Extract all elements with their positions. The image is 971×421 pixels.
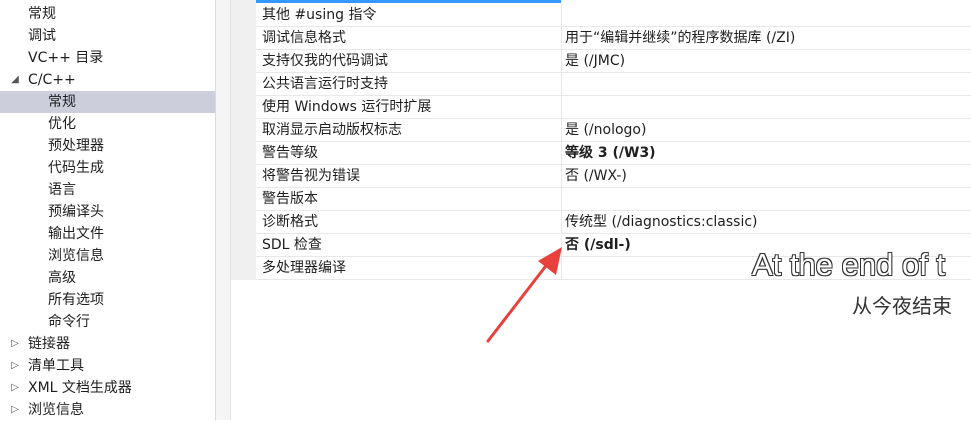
tree-item[interactable]: 语言 xyxy=(0,179,215,201)
property-value[interactable] xyxy=(561,4,971,26)
subtitle-chinese: 从今夜结束 xyxy=(852,294,952,318)
property-name: 取消显示启动版权标志 xyxy=(262,122,402,138)
property-name: 将警告视为错误 xyxy=(262,168,360,184)
tree-item-label: 优化 xyxy=(48,116,76,132)
property-row[interactable]: 使用 Windows 运行时扩展 xyxy=(256,96,971,119)
property-value[interactable] xyxy=(561,73,971,95)
tree-item[interactable]: ▷ XML 文档生成器 xyxy=(0,377,215,399)
property-value[interactable] xyxy=(561,96,971,118)
property-name: 使用 Windows 运行时扩展 xyxy=(262,99,432,115)
tree-item[interactable]: 代码生成 xyxy=(0,157,215,179)
property-row[interactable]: 取消显示启动版权标志 是 (/nologo) xyxy=(256,119,971,142)
tree-item-label: 常规 xyxy=(28,6,56,22)
property-name: 多处理器编译 xyxy=(262,260,346,276)
tree-item[interactable]: 调试 xyxy=(0,25,215,47)
tree-item-label: 调试 xyxy=(28,28,56,44)
tree-item-label: C/C++ xyxy=(28,72,76,88)
tree-item[interactable]: 高级 xyxy=(0,267,215,289)
property-name: 诊断格式 xyxy=(262,214,318,230)
property-name: 其他 #using 指令 xyxy=(262,7,377,23)
tree-item-label: 命令行 xyxy=(48,314,90,330)
property-name: 支持仅我的代码调试 xyxy=(262,53,388,69)
tree-item[interactable]: ▷ 清单工具 xyxy=(0,355,215,377)
tree-item[interactable]: 常规 xyxy=(0,91,215,113)
tree-splitter[interactable] xyxy=(216,0,231,420)
property-value[interactable]: 等级 3 (/W3) xyxy=(561,142,971,164)
tree-item[interactable]: 输出文件 xyxy=(0,223,215,245)
tree-item-label: 预编译头 xyxy=(48,204,104,220)
property-value[interactable]: 否 (/WX-) xyxy=(561,165,971,187)
tree-item-label: XML 文档生成器 xyxy=(28,380,132,396)
tree-item-label: 浏览信息 xyxy=(28,402,84,418)
tree-item[interactable]: 浏览信息 xyxy=(0,245,215,267)
property-value[interactable] xyxy=(561,188,971,210)
property-value[interactable]: 是 (/nologo) xyxy=(561,119,971,141)
property-name: 警告等级 xyxy=(262,145,318,161)
property-row[interactable]: 支持仅我的代码调试 是 (/JMC) xyxy=(256,50,971,73)
tree-item-label: 语言 xyxy=(48,182,76,198)
tree-item-label: 输出文件 xyxy=(48,226,104,242)
tree-item-label: 常规 xyxy=(48,94,76,110)
subtitle-english: At the end of t xyxy=(752,247,946,282)
grid-gutter xyxy=(231,0,256,280)
property-row[interactable]: 调试信息格式 用于“编辑并继续”的程序数据库 (/ZI) xyxy=(256,27,971,50)
triangle-down-icon[interactable]: ◢ xyxy=(8,69,22,91)
property-name: 调试信息格式 xyxy=(262,30,346,46)
tree-item[interactable]: 预处理器 xyxy=(0,135,215,157)
tree-item[interactable]: 常规 xyxy=(0,3,215,25)
grid-scroll-indicator xyxy=(256,0,561,3)
tree-item-label: 链接器 xyxy=(28,336,70,352)
property-name: 公共语言运行时支持 xyxy=(262,76,388,92)
tree-item[interactable]: 预编译头 xyxy=(0,201,215,223)
tree-item[interactable]: ▷ 链接器 xyxy=(0,333,215,355)
property-name: 警告版本 xyxy=(262,191,318,207)
tree-item[interactable]: ◢ C/C++ xyxy=(0,69,215,91)
property-name: SDL 检查 xyxy=(262,237,322,253)
triangle-right-icon[interactable]: ▷ xyxy=(8,377,22,399)
tree-item-label: 所有选项 xyxy=(48,292,104,308)
tree-item[interactable]: 优化 xyxy=(0,113,215,135)
tree-item-label: 代码生成 xyxy=(48,160,104,176)
triangle-right-icon[interactable]: ▷ xyxy=(8,333,22,355)
property-row[interactable]: 警告等级 等级 3 (/W3) xyxy=(256,142,971,165)
property-row[interactable]: 其他 #using 指令 xyxy=(256,4,971,27)
property-tree: 常规 调试 VC++ 目录 ◢ C/C++ 常规 优化 预处理器 代码生成 语言 预编译头 输出文件浏… xyxy=(0,0,216,420)
triangle-right-icon[interactable]: ▷ xyxy=(8,399,22,421)
tree-item-label: VC++ 目录 xyxy=(28,50,104,66)
property-grid: 其他 #using 指令 调试信息格式 用于“编辑并继续”的程序数据库 (/ZI) 支… xyxy=(231,0,971,420)
triangle-right-icon[interactable]: ▷ xyxy=(8,355,22,377)
tree-item[interactable]: 命令行 xyxy=(0,311,215,333)
property-value[interactable]: 传统型 (/diagnostics:classic) xyxy=(561,211,971,233)
property-row[interactable]: 将警告视为错误 否 (/WX-) xyxy=(256,165,971,188)
tree-item[interactable]: 所有选项 xyxy=(0,289,215,311)
property-value[interactable]: 用于“编辑并继续”的程序数据库 (/ZI) xyxy=(561,27,971,49)
property-row[interactable]: 诊断格式 传统型 (/diagnostics:classic) xyxy=(256,211,971,234)
tree-item-label: 预处理器 xyxy=(48,138,104,154)
tree-item-label: 浏览信息 xyxy=(48,248,104,264)
tree-item-label: 清单工具 xyxy=(28,358,84,374)
tree-item[interactable]: ▷ 浏览信息 xyxy=(0,399,215,421)
property-row[interactable]: 警告版本 xyxy=(256,188,971,211)
tree-item[interactable]: VC++ 目录 xyxy=(0,47,215,69)
tree-item-label: 高级 xyxy=(48,270,76,286)
property-value[interactable]: 是 (/JMC) xyxy=(561,50,971,72)
property-row[interactable]: 公共语言运行时支持 xyxy=(256,73,971,96)
